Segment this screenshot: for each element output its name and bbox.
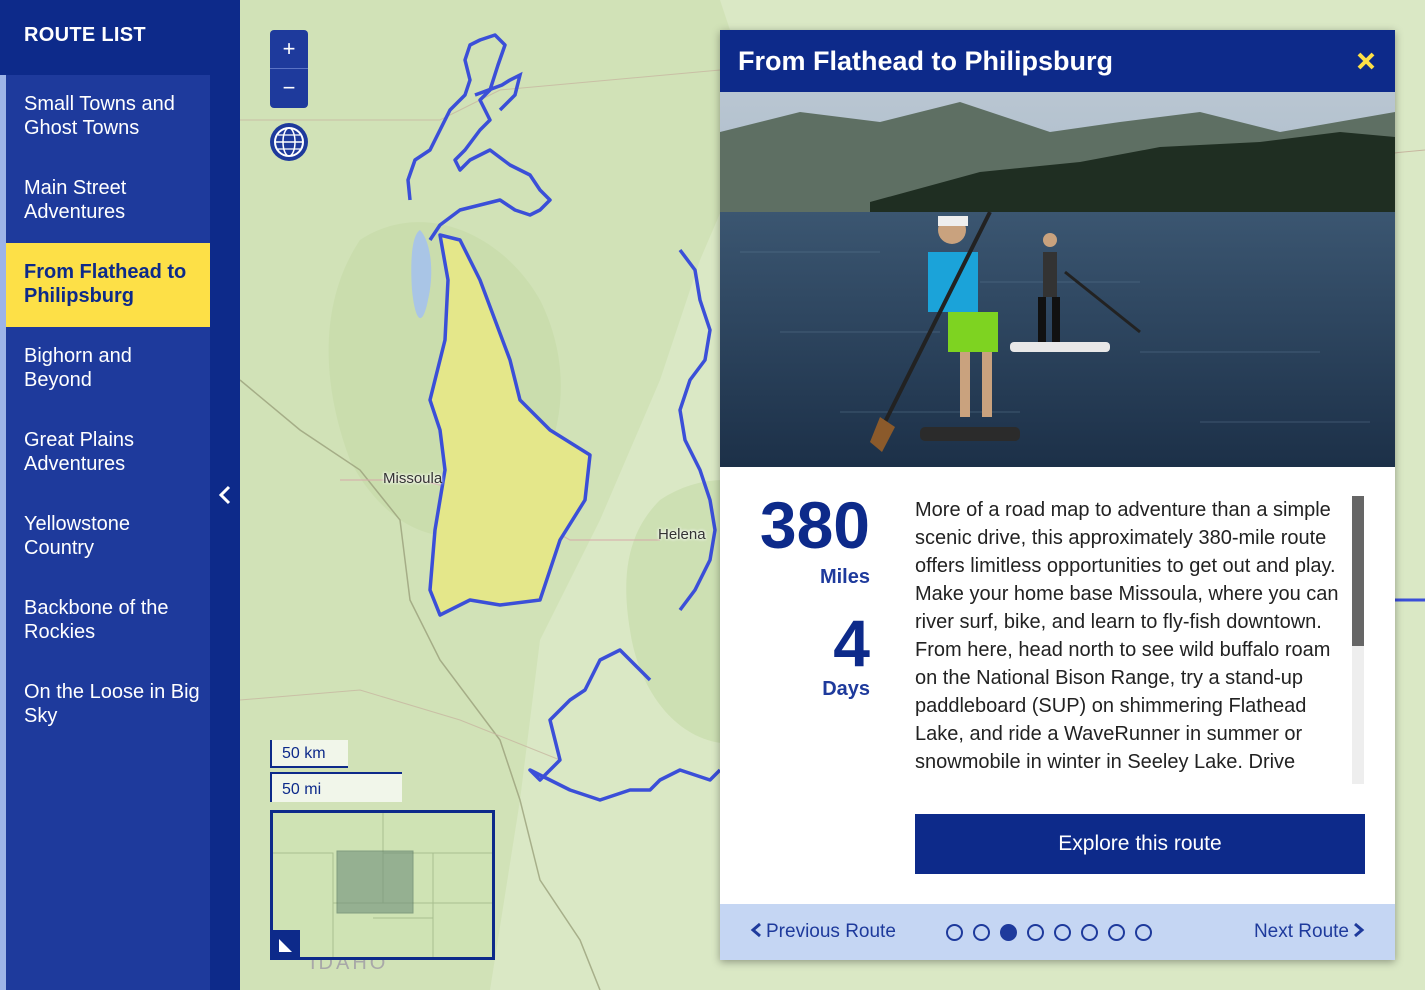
- miles-value: 380: [759, 488, 870, 562]
- route-list-item[interactable]: Great Plains Adventures: [6, 411, 210, 495]
- popup-footer: Previous Route Next Route: [720, 904, 1395, 960]
- zoom-control: + −: [270, 30, 308, 108]
- route-pagination: [946, 924, 1162, 944]
- route-list-item[interactable]: Bighorn and Beyond: [6, 327, 210, 411]
- route-photo: [720, 92, 1395, 467]
- pagination-dot[interactable]: [1000, 924, 1017, 941]
- route-description: More of a road map to adventure than a s…: [915, 499, 1339, 773]
- scale-mi: 50 mi: [270, 772, 402, 802]
- chevron-left-icon: [218, 485, 231, 505]
- pagination-dot[interactable]: [1135, 924, 1152, 941]
- pagination-dot[interactable]: [1054, 924, 1071, 941]
- map-label-missoula: Missoula: [383, 470, 443, 487]
- pagination-dot[interactable]: [973, 924, 990, 941]
- route-detail-popup: From Flathead to Philipsburg 380 Miles 4…: [720, 30, 1395, 960]
- popup-title: From Flathead to Philipsburg: [738, 46, 1114, 76]
- route-list-heading: ROUTE LIST: [0, 0, 210, 75]
- zoom-out-button[interactable]: −: [270, 68, 308, 107]
- pagination-dot[interactable]: [1108, 924, 1125, 941]
- description-scroll-area[interactable]: More of a road map to adventure than a s…: [915, 496, 1340, 784]
- app-root: Missoula Helena IDAHO + − 50 km 50 mi RO…: [0, 0, 1425, 990]
- next-route-button[interactable]: Next Route: [1254, 921, 1365, 943]
- route-list-item[interactable]: Backbone of the Rockies: [6, 579, 210, 663]
- pagination-dot[interactable]: [1081, 924, 1098, 941]
- sidebar-collapse-strip: [210, 0, 240, 990]
- scale-km: 50 km: [270, 740, 348, 768]
- days-label: Days: [822, 678, 870, 700]
- popup-header: From Flathead to Philipsburg: [720, 30, 1395, 92]
- minimap-graphics: [273, 813, 492, 957]
- route-list: Small Towns and Ghost Towns Main Street A…: [6, 75, 210, 747]
- route-list-item[interactable]: Small Towns and Ghost Towns: [6, 75, 210, 159]
- minimap-collapse-icon: [279, 939, 292, 952]
- route-list-item[interactable]: Yellowstone Country: [6, 495, 210, 579]
- paddleboard-photo: [720, 92, 1395, 467]
- route-sidebar: ROUTE LIST Small Towns and Ghost Towns Ma…: [0, 0, 210, 990]
- pagination-dot[interactable]: [946, 924, 963, 941]
- pagination-dot[interactable]: [1027, 924, 1044, 941]
- minimap-toggle-button[interactable]: [270, 930, 300, 960]
- zoom-in-button[interactable]: +: [270, 30, 308, 68]
- collapse-sidebar-button[interactable]: [210, 478, 240, 512]
- description-scrollbar-thumb[interactable]: [1352, 496, 1364, 646]
- days-value: 4: [833, 606, 870, 680]
- route-list-item[interactable]: Main Street Adventures: [6, 159, 210, 243]
- globe-icon: [274, 127, 304, 157]
- miles-label: Miles: [819, 566, 870, 588]
- route-list-item[interactable]: On the Loose in Big Sky: [6, 663, 210, 747]
- route-list-item[interactable]: From Flathead to Philipsburg: [6, 243, 210, 327]
- chevron-left-icon: [750, 922, 761, 938]
- basemap-globe-button[interactable]: [270, 123, 308, 161]
- previous-route-button[interactable]: Previous Route: [750, 921, 896, 943]
- map-label-helena: Helena: [658, 526, 706, 543]
- next-route-label: Next Route: [1253, 921, 1349, 942]
- previous-route-label: Previous Route: [766, 921, 896, 942]
- overview-minimap[interactable]: [270, 810, 495, 960]
- close-popup-button[interactable]: [1355, 44, 1377, 79]
- chevron-right-icon: [1354, 922, 1365, 938]
- explore-route-button[interactable]: Explore this route: [915, 814, 1365, 874]
- close-icon: [1357, 52, 1375, 70]
